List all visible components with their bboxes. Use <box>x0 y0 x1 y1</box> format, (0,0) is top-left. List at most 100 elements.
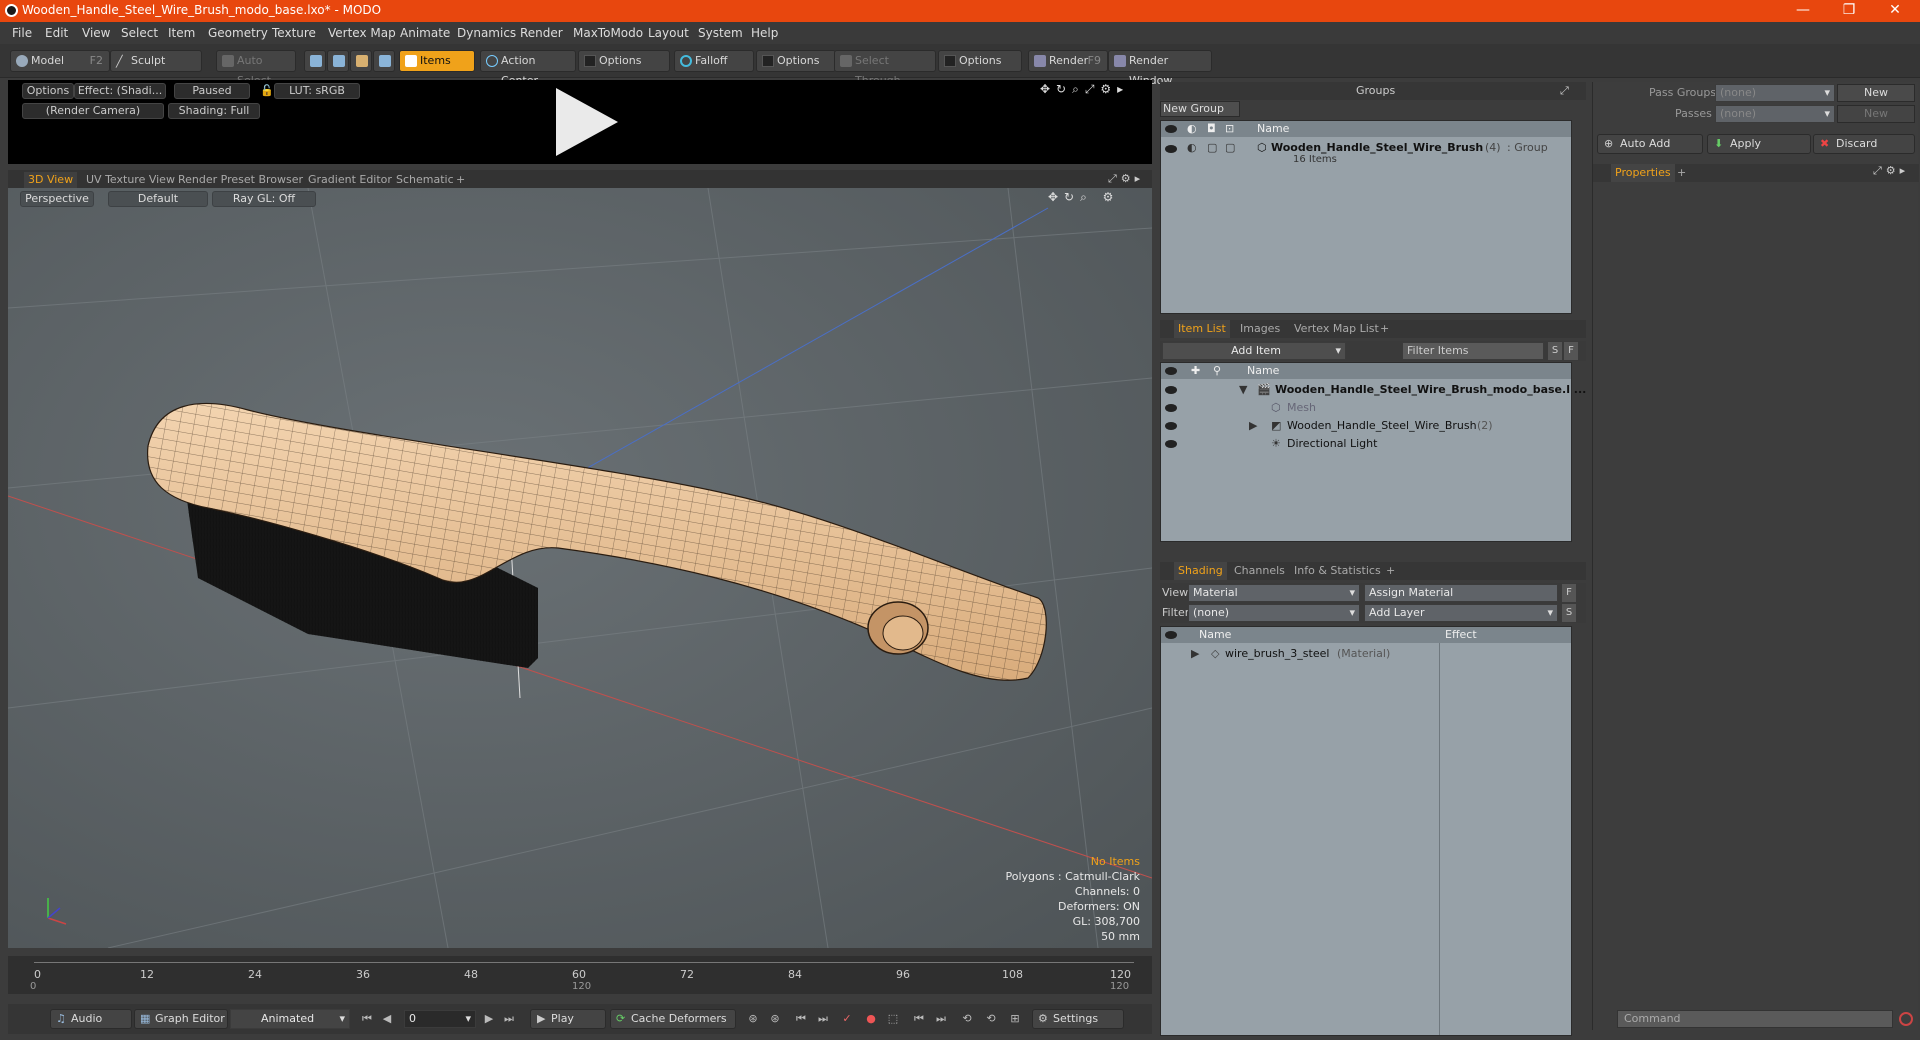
tab-info-statistics[interactable]: Info & Statistics <box>1290 562 1385 580</box>
preview-options-button[interactable]: Options <box>22 83 74 99</box>
tab-images[interactable]: Images <box>1236 320 1284 338</box>
polygons-select-button[interactable] <box>350 50 372 72</box>
loop-icon[interactable]: ⟲ <box>960 1012 974 1026</box>
lock-toggle-icon[interactable]: ▢ <box>1207 139 1217 157</box>
set-key-icon[interactable]: ✓ <box>840 1012 854 1026</box>
viewport-nav-icons[interactable]: ✥↻⌕ ⚙ <box>1048 190 1119 205</box>
add-layer-dropdown[interactable]: Add Layer <box>1364 604 1558 622</box>
tab-item-list[interactable]: Item List <box>1174 320 1230 338</box>
menu-geometry[interactable]: Geometry <box>208 26 268 40</box>
graph-editor-button[interactable]: ▦ Graph Editor <box>134 1009 228 1029</box>
grid-icon[interactable]: ⊞ <box>1008 1012 1022 1026</box>
close-button[interactable]: ✕ <box>1872 0 1918 22</box>
add-panel-tab-button[interactable]: + <box>1376 320 1393 338</box>
s-button[interactable]: S <box>1548 342 1562 360</box>
tab-render-preset-browser[interactable]: Render Preset Browser <box>174 172 307 188</box>
tab-schematic[interactable]: Schematic <box>392 172 458 188</box>
viewport-tab-controls-icons[interactable]: ⤢⚙▸ <box>1108 172 1144 186</box>
raygl-dropdown[interactable]: Ray GL: Off <box>212 191 316 207</box>
play-button[interactable]: ▶ Play <box>530 1009 606 1029</box>
items-mode-button[interactable]: Items <box>399 50 475 72</box>
shading-style-dropdown[interactable]: Default <box>108 191 208 207</box>
f-button[interactable]: F <box>1562 584 1576 602</box>
select-through-button[interactable]: Select Through <box>834 50 936 87</box>
menu-dynamics[interactable]: Dynamics <box>457 26 516 40</box>
add-tab-button[interactable]: + <box>452 172 469 188</box>
menu-layout[interactable]: Layout <box>648 26 689 40</box>
expand-icon[interactable]: ⤢ <box>1560 82 1569 100</box>
tab-uv-texture-view[interactable]: UV Texture View <box>82 172 179 188</box>
prev-frame-icon[interactable]: ◀ <box>380 1012 394 1026</box>
pass-groups-dropdown[interactable]: (none) <box>1715 84 1835 102</box>
preview-lut-dropdown[interactable]: LUT: sRGB <box>274 83 360 99</box>
restore-button[interactable]: ❐ <box>1826 0 1872 22</box>
prev-marker-icon[interactable]: ⏮ <box>912 1012 926 1026</box>
preview-camera-dropdown[interactable]: (Render Camera) <box>22 103 164 119</box>
menu-view[interactable]: View <box>82 26 110 40</box>
preview-nav-icons[interactable]: ✥↻⌕⤢⚙▸ <box>1040 82 1150 98</box>
tab-vertex-map-list[interactable]: Vertex Map List <box>1290 320 1383 338</box>
preview-paused-button[interactable]: Paused <box>174 83 250 99</box>
menu-texture[interactable]: Texture <box>272 26 316 40</box>
sculpt-mode-button[interactable]: ╱ Sculpt <box>110 50 202 72</box>
add-item-dropdown[interactable]: Add Item <box>1162 342 1346 360</box>
panel-controls-icons[interactable]: ⤢⚙▸ <box>1873 164 1909 178</box>
item-row-mesh[interactable]: ⬡ Mesh <box>1161 399 1571 417</box>
new-pass-group-button[interactable]: New <box>1837 84 1915 102</box>
select-through-options-button[interactable]: Options <box>938 50 1022 72</box>
key-icon[interactable]: ⊛ <box>746 1012 760 1026</box>
key-filter-icon[interactable]: ⬚ <box>886 1012 900 1026</box>
next-key-icon[interactable]: ⏭ <box>816 1012 830 1026</box>
f-button[interactable]: F <box>1564 342 1578 360</box>
select-toggle-icon[interactable]: ▢ <box>1225 139 1235 157</box>
menu-system[interactable]: System <box>698 26 743 40</box>
preview-effect-dropdown[interactable]: Effect: (Shadi... <box>74 83 166 99</box>
discard-button[interactable]: ✖ Discard <box>1813 134 1915 154</box>
command-input[interactable]: Command <box>1617 1010 1893 1028</box>
menu-help[interactable]: Help <box>751 26 778 40</box>
passes-dropdown[interactable]: (none) <box>1715 105 1835 123</box>
goto-start-icon[interactable]: ⏮ <box>360 1012 374 1026</box>
timeline[interactable]: 0 12 24 36 48 60 72 84 96 108 120 0 120 … <box>8 956 1152 994</box>
falloff-button[interactable]: Falloff <box>674 50 754 72</box>
menu-maxtomodo[interactable]: MaxToModo <box>573 26 643 40</box>
edges-select-button[interactable] <box>327 50 349 72</box>
collapsed-arrow-icon[interactable]: ▶ <box>1249 417 1257 435</box>
vertices-select-button[interactable] <box>304 50 326 72</box>
play-preview-icon[interactable] <box>552 86 620 158</box>
visibility-eye-icon[interactable] <box>1165 386 1177 394</box>
cache-deformers-button[interactable]: ⟳ Cache Deformers <box>610 1009 736 1029</box>
menu-edit[interactable]: Edit <box>45 26 68 40</box>
3d-viewport[interactable]: Perspective Default Ray GL: Off ✥↻⌕ ⚙ No… <box>8 188 1152 948</box>
collapsed-arrow-icon[interactable]: ▶ <box>1191 645 1199 663</box>
menu-file[interactable]: File <box>12 26 32 40</box>
visibility-eye-icon[interactable] <box>1165 404 1177 412</box>
minimize-button[interactable]: — <box>1780 0 1826 22</box>
s-button[interactable]: S <box>1562 604 1576 622</box>
render-window-button[interactable]: Render Window <box>1108 50 1212 87</box>
item-row-light[interactable]: ☀ Directional Light <box>1161 435 1571 453</box>
menu-animate[interactable]: Animate <box>400 26 450 40</box>
next-frame-icon[interactable]: ▶ <box>482 1012 496 1026</box>
visibility-eye-icon[interactable] <box>1165 145 1177 153</box>
menu-vertex-map[interactable]: Vertex Map <box>328 26 396 40</box>
auto-key-icon[interactable]: ⊛ <box>768 1012 782 1026</box>
apply-button[interactable]: ⬇ Apply <box>1707 134 1811 154</box>
action-center-button[interactable]: Action Center <box>480 50 576 87</box>
visibility-eye-icon[interactable] <box>1165 440 1177 448</box>
tab-gradient-editor[interactable]: Gradient Editor <box>304 172 396 188</box>
frame-input[interactable]: 0 <box>404 1010 476 1028</box>
menu-item[interactable]: Item <box>168 26 195 40</box>
new-group-button[interactable]: New Group <box>1160 101 1240 117</box>
menu-select[interactable]: Select <box>121 26 158 40</box>
auto-add-button[interactable]: ⊕ Auto Add <box>1597 134 1703 154</box>
falloff-options-button[interactable]: Options <box>756 50 836 72</box>
add-panel-tab-button[interactable]: + <box>1382 562 1399 580</box>
tab-3d-view[interactable]: 3D View <box>24 172 78 188</box>
animated-dropdown[interactable]: Animated <box>230 1009 350 1029</box>
material-row[interactable]: ▶ ◇ wire_brush_3_steel (Material) <box>1161 645 1571 663</box>
new-pass-button[interactable]: New <box>1837 105 1915 123</box>
render-toggle-icon[interactable]: ◐ <box>1187 139 1197 157</box>
record-macro-icon[interactable] <box>1899 1012 1913 1026</box>
next-marker-icon[interactable]: ⏭ <box>934 1012 948 1026</box>
